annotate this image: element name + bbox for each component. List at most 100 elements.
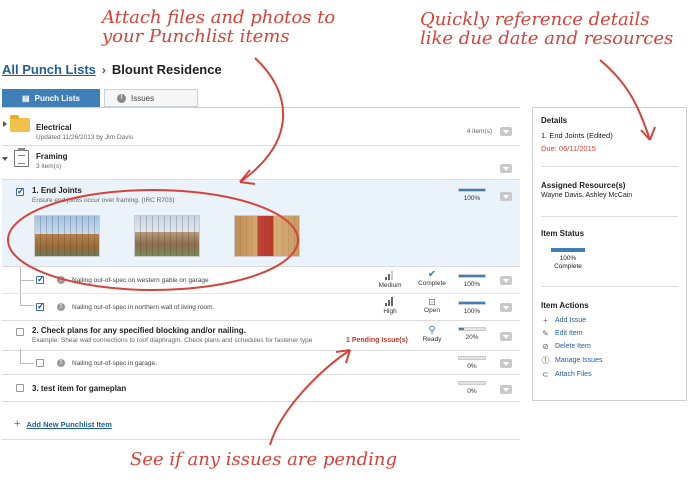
no-entry-icon: ⊘ <box>542 342 549 351</box>
item-progress: 20% <box>458 327 488 341</box>
issue-row[interactable]: ! Nailing out-of-spec on western gable o… <box>2 267 520 294</box>
item-status: ⚲ Ready <box>412 325 452 343</box>
dropdown-icon[interactable] <box>500 303 512 312</box>
dropdown-icon[interactable] <box>500 192 512 201</box>
item-progress: 0% <box>458 381 488 395</box>
check-icon: ✔ <box>427 269 437 280</box>
list-bottom-divider <box>2 439 520 440</box>
progress-label: 100% <box>463 308 481 315</box>
list-group-electrical[interactable]: Electrical Updated 11/26/2013 by Jim Dav… <box>2 110 520 146</box>
breadcrumb: All Punch Lists › Blount Residence <box>2 62 222 77</box>
issue-checkbox[interactable] <box>36 301 45 312</box>
pending-issues-badge[interactable]: 1 Pending Issue(s) <box>346 337 408 344</box>
status-header: Item Status <box>541 229 585 238</box>
details-section: Details 1. End Joints (Edited) Due: 06/1… <box>541 108 678 167</box>
add-punchlist-item-button[interactable]: + Add New Punchlist Item <box>14 418 112 430</box>
issue-text: Nailing out-of-spec on western gable on … <box>72 277 209 284</box>
expand-icon[interactable] <box>3 121 7 127</box>
action-edit-item[interactable]: ✎ Edit Item <box>541 329 678 338</box>
list-item-check-plans[interactable]: 2. Check plans for any specified blockin… <box>2 321 520 351</box>
issue-priority: High <box>370 297 410 315</box>
details-panel: Details 1. End Joints (Edited) Due: 06/1… <box>532 107 687 401</box>
action-label: Delete Item <box>555 343 591 350</box>
add-item-label: Add New Punchlist Item <box>26 419 112 429</box>
progress-label: 0% <box>467 388 477 395</box>
item-count: 4 item(s) <box>466 128 492 135</box>
action-label: Add Issue <box>555 317 587 324</box>
list-item-test-gameplan[interactable]: 3. test item for gameplan 0% <box>2 375 520 402</box>
status-label: Open <box>424 307 440 314</box>
resources-section: Assigned Resource(s) Wayne Davis, Ashley… <box>541 167 678 217</box>
issue-checkbox[interactable] <box>36 359 44 367</box>
status-label: Complete <box>418 280 446 287</box>
issue-progress: 100% <box>458 301 488 315</box>
plus-icon: + <box>543 316 548 325</box>
dropdown-icon[interactable] <box>500 332 512 341</box>
alert-icon: ! <box>57 276 65 284</box>
resources-header: Assigned Resource(s) <box>541 181 626 190</box>
attached-photo-3[interactable] <box>234 215 300 257</box>
page-title: Blount Residence <box>111 62 222 77</box>
progress-label: 100% <box>463 281 481 288</box>
action-label: Attach Files <box>555 371 592 378</box>
dropdown-icon[interactable] <box>500 359 512 368</box>
collapse-icon[interactable] <box>2 157 8 161</box>
item-description: Ensure end joints occur over framing. (I… <box>32 197 175 204</box>
group-title: Framing <box>36 152 68 161</box>
issue-progress: 0% <box>458 356 488 370</box>
breadcrumb-all-punch-lists[interactable]: All Punch Lists <box>2 62 96 77</box>
tab-punch-lists[interactable]: ▤ Punch Lists <box>2 89 100 107</box>
issue-list: ! Nailing out-of-spec on western gable o… <box>2 267 520 321</box>
punch-list: Electrical Updated 11/26/2013 by Jim Dav… <box>2 110 520 402</box>
alert-icon: ! <box>117 93 126 103</box>
open-box-icon: ⊡ <box>428 297 436 307</box>
folder-icon <box>10 115 30 132</box>
item-checkbox[interactable] <box>16 328 24 336</box>
action-attach-files[interactable]: ⊂ Attach Files <box>541 370 678 379</box>
progress-label: 20% <box>465 334 479 341</box>
priority-bars-icon <box>385 271 395 280</box>
priority-bars-icon <box>385 297 395 306</box>
action-manage-issues[interactable]: ⓵ Manage Issues <box>541 355 678 366</box>
search-icon: ⚲ <box>428 325 436 336</box>
item-checkbox[interactable] <box>16 186 25 197</box>
resources-list: Wayne Davis, Ashley McCain <box>541 192 633 199</box>
issue-row[interactable]: ! Nailing out-of-spec in garage. 0% <box>2 349 520 375</box>
plus-icon: + <box>14 418 21 430</box>
group-title: Electrical <box>36 123 72 132</box>
list-group-framing[interactable]: Framing 3 item(s) <box>2 146 520 180</box>
dropdown-icon[interactable] <box>500 385 512 394</box>
item-description: Example: Shear wall connections to roof … <box>32 337 313 344</box>
clipboard-icon <box>14 148 29 167</box>
issue-status: ✔ Complete <box>412 269 452 288</box>
tab-label: Punch Lists <box>34 93 80 103</box>
issue-row[interactable]: ! Nailing out-of-spec in northern wall o… <box>2 294 520 321</box>
dropdown-icon[interactable] <box>500 276 512 285</box>
action-delete-item[interactable]: ⊘ Delete Item <box>541 342 678 351</box>
alert-icon: ⓵ <box>541 356 550 365</box>
paperclip-icon: ⊂ <box>542 370 549 379</box>
tab-issues[interactable]: ! Issues <box>104 89 198 107</box>
issue-text: Nailing out-of-spec in northern wall of … <box>72 304 215 311</box>
pencil-icon: ✎ <box>542 329 549 338</box>
details-due-date: Due: 06/11/2015 <box>541 144 596 153</box>
item-checkbox[interactable] <box>16 384 24 392</box>
tab-bar: ▤ Punch Lists ! Issues <box>2 89 198 107</box>
progress-label: 100% <box>463 195 481 202</box>
callout-reference-details: Quickly reference details like due date … <box>420 9 674 49</box>
priority-label: High <box>383 308 397 315</box>
actions-section: Item Actions + Add Issue ✎ Edit Item ⊘ D… <box>541 287 678 379</box>
status-sub: Complete <box>554 263 582 270</box>
list-item-end-joints[interactable]: 1. End Joints Ensure end joints occur ov… <box>2 180 520 267</box>
dropdown-icon[interactable] <box>500 164 512 173</box>
item-title: 2. Check plans for any specified blockin… <box>32 326 246 335</box>
attached-photo-2[interactable] <box>134 215 200 257</box>
dropdown-icon[interactable] <box>500 127 512 136</box>
callout-attach-files: Attach files and photos to your Punchlis… <box>102 7 336 47</box>
action-add-issue[interactable]: + Add Issue <box>541 316 678 325</box>
details-header: Details <box>541 116 568 125</box>
priority-label: Medium <box>378 282 402 289</box>
attached-photo-1[interactable] <box>34 215 100 257</box>
issue-progress: 100% <box>458 274 488 288</box>
issue-checkbox[interactable] <box>36 274 45 285</box>
